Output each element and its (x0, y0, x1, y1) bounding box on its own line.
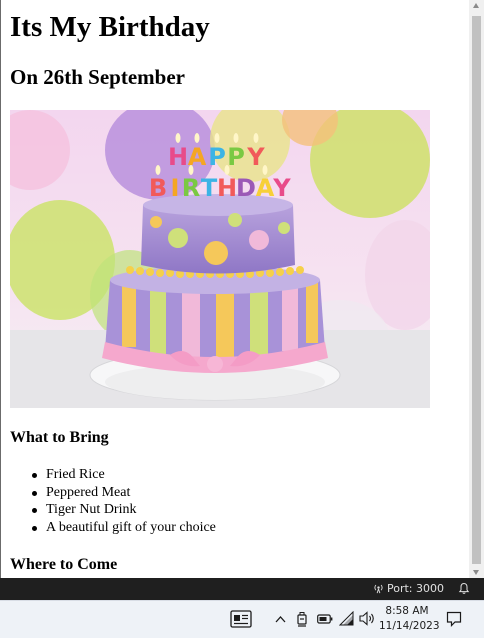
svg-text:B: B (149, 174, 167, 202)
bell-icon[interactable] (458, 582, 470, 595)
svg-text:A: A (256, 174, 275, 202)
list-item: Tiger Nut Drink (10, 501, 216, 519)
svg-text:H: H (168, 143, 188, 171)
touch-keyboard-icon[interactable] (296, 611, 308, 627)
list-item-text: Tiger Nut Drink (46, 502, 137, 517)
page-subtitle: On 26th September (10, 65, 185, 89)
editor-status-bar: Port: 3000 (0, 578, 484, 600)
clock-time: 8:58 AM (385, 605, 429, 617)
list-item: A beautiful gift of your choice (10, 519, 216, 537)
list-item-text: Peppered Meat (46, 484, 131, 500)
svg-text:I: I (171, 174, 180, 202)
svg-text:D: D (236, 174, 256, 202)
clock-date: 11/14/2023 (379, 620, 440, 632)
vertical-scrollbar[interactable] (469, 0, 484, 578)
news-widget-icon[interactable] (230, 610, 252, 628)
svg-text:T: T (201, 174, 218, 202)
list-item-text: A beautiful gift of your choice (46, 519, 216, 535)
port-label: Port: 3000 (386, 582, 444, 595)
wifi-icon[interactable] (339, 611, 354, 626)
what-to-bring-heading: What to Bring (10, 429, 109, 446)
windows-taskbar: 8:58 AM 11/14/2023 (0, 600, 484, 638)
page-title: Its My Birthday (10, 11, 210, 43)
bring-list: Fried Rice Peppered Meat Tiger Nut Drink… (10, 466, 216, 536)
live-server-port[interactable]: Port: 3000 (373, 582, 444, 595)
scroll-up-arrow-icon[interactable] (473, 3, 479, 8)
where-to-come-heading: Where to Come (10, 556, 118, 573)
scroll-down-arrow-icon[interactable] (473, 570, 479, 575)
svg-text:P: P (227, 143, 245, 171)
browser-viewport: Its My Birthday On 26th September H A P … (0, 0, 484, 578)
list-item: Peppered Meat (10, 484, 216, 502)
svg-text:R: R (182, 174, 200, 202)
list-item-text: Fried Rice (46, 467, 105, 482)
bullet-icon (32, 473, 37, 478)
bullet-icon (32, 508, 37, 513)
bullet-icon (32, 525, 37, 531)
birthday-cake-image: H A P P Y B I R T H D A Y (10, 110, 430, 408)
list-item: Fried Rice (10, 466, 216, 484)
svg-text:Y: Y (246, 143, 265, 171)
chevron-up-icon[interactable] (275, 615, 286, 623)
battery-icon[interactable] (317, 614, 333, 624)
bullet-icon (32, 490, 37, 496)
svg-text:Y: Y (272, 174, 291, 202)
notifications-icon[interactable] (446, 611, 462, 627)
svg-text:H: H (217, 174, 237, 202)
volume-icon[interactable] (359, 611, 376, 626)
scrollbar-thumb[interactable] (472, 16, 481, 564)
svg-text:P: P (208, 143, 226, 171)
broadcast-icon (374, 584, 383, 594)
system-clock[interactable]: 8:58 AM 11/14/2023 (379, 604, 440, 634)
